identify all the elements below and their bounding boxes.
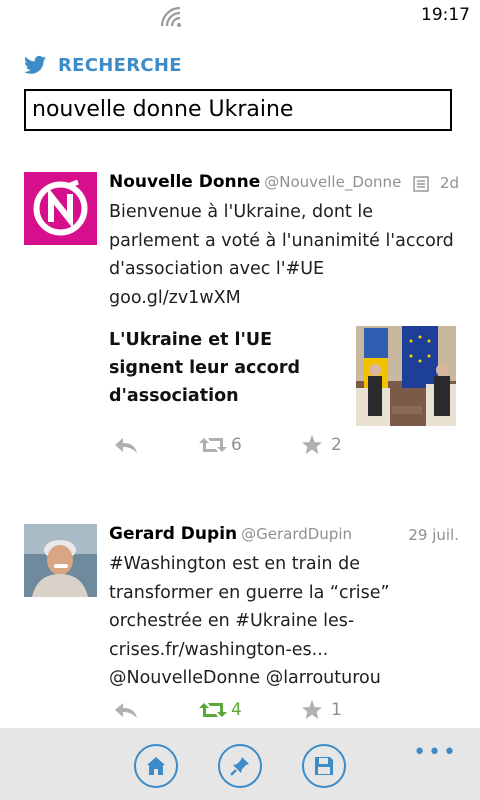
retweet-count: 6 <box>231 435 242 455</box>
avatar[interactable] <box>24 524 97 597</box>
search-input[interactable]: nouvelle donne Ukraine <box>24 89 452 131</box>
favorite-count: 2 <box>331 435 342 455</box>
wifi-icon <box>160 6 181 27</box>
home-button[interactable] <box>134 744 178 788</box>
tweet-author-handle: @GerardDupin <box>241 525 353 543</box>
retweet-count: 4 <box>231 700 242 720</box>
star-icon <box>301 434 323 455</box>
star-icon <box>301 699 323 720</box>
tweet-text: #Washington est en train de transformer … <box>109 554 390 688</box>
page-header: RECHERCHE <box>24 52 182 78</box>
tweet-list[interactable]: Nouvelle Donne @Nouvelle_Donne 2d Bienven… <box>0 170 480 730</box>
link-preview-image[interactable] <box>356 326 456 426</box>
reply-button[interactable] <box>113 434 139 456</box>
favorite-count: 1 <box>331 700 342 720</box>
tweet-date: 2d <box>439 174 459 192</box>
favorite-button[interactable]: 2 <box>301 434 342 456</box>
retweet-button[interactable]: 6 <box>199 434 242 456</box>
article-icon <box>413 176 429 192</box>
link-preview-card[interactable]: L'Ukraine et l'UE signent leur accord d'… <box>109 326 459 426</box>
home-icon <box>147 757 165 775</box>
tweet-author-name[interactable]: Nouvelle Donne <box>109 172 260 192</box>
status-time: 19:17 <box>421 5 470 25</box>
save-button[interactable] <box>302 744 346 788</box>
tweet-date: 29 juil. <box>408 526 459 544</box>
avatar[interactable] <box>24 172 97 245</box>
tweet-actions: 6 2 <box>109 434 459 464</box>
tweet-actions: 4 1 <box>109 699 459 729</box>
more-options-button[interactable]: ••• <box>413 740 458 765</box>
pin-button[interactable] <box>218 744 262 788</box>
retweet-button[interactable]: 4 <box>199 699 242 721</box>
tweet-author-name[interactable]: Gerard Dupin <box>109 524 237 544</box>
retweet-icon <box>199 703 227 717</box>
reply-button[interactable] <box>113 699 139 721</box>
reply-icon <box>115 438 137 453</box>
pin-icon <box>230 757 249 776</box>
twitter-bird-icon <box>24 55 46 74</box>
save-icon <box>315 757 333 775</box>
tweet-author-handle: @Nouvelle_Donne <box>264 173 402 191</box>
app-bar: ••• <box>0 728 480 800</box>
reply-icon <box>115 703 137 718</box>
retweet-icon <box>199 438 227 452</box>
page-title: RECHERCHE <box>58 54 182 76</box>
link-preview-title[interactable]: L'Ukraine et l'UE signent leur accord d'… <box>109 326 349 410</box>
favorite-button[interactable]: 1 <box>301 699 342 721</box>
tweet-text: Bienvenue à l'Ukraine, dont le parlement… <box>109 202 454 308</box>
status-bar: 19:17 <box>0 0 480 32</box>
